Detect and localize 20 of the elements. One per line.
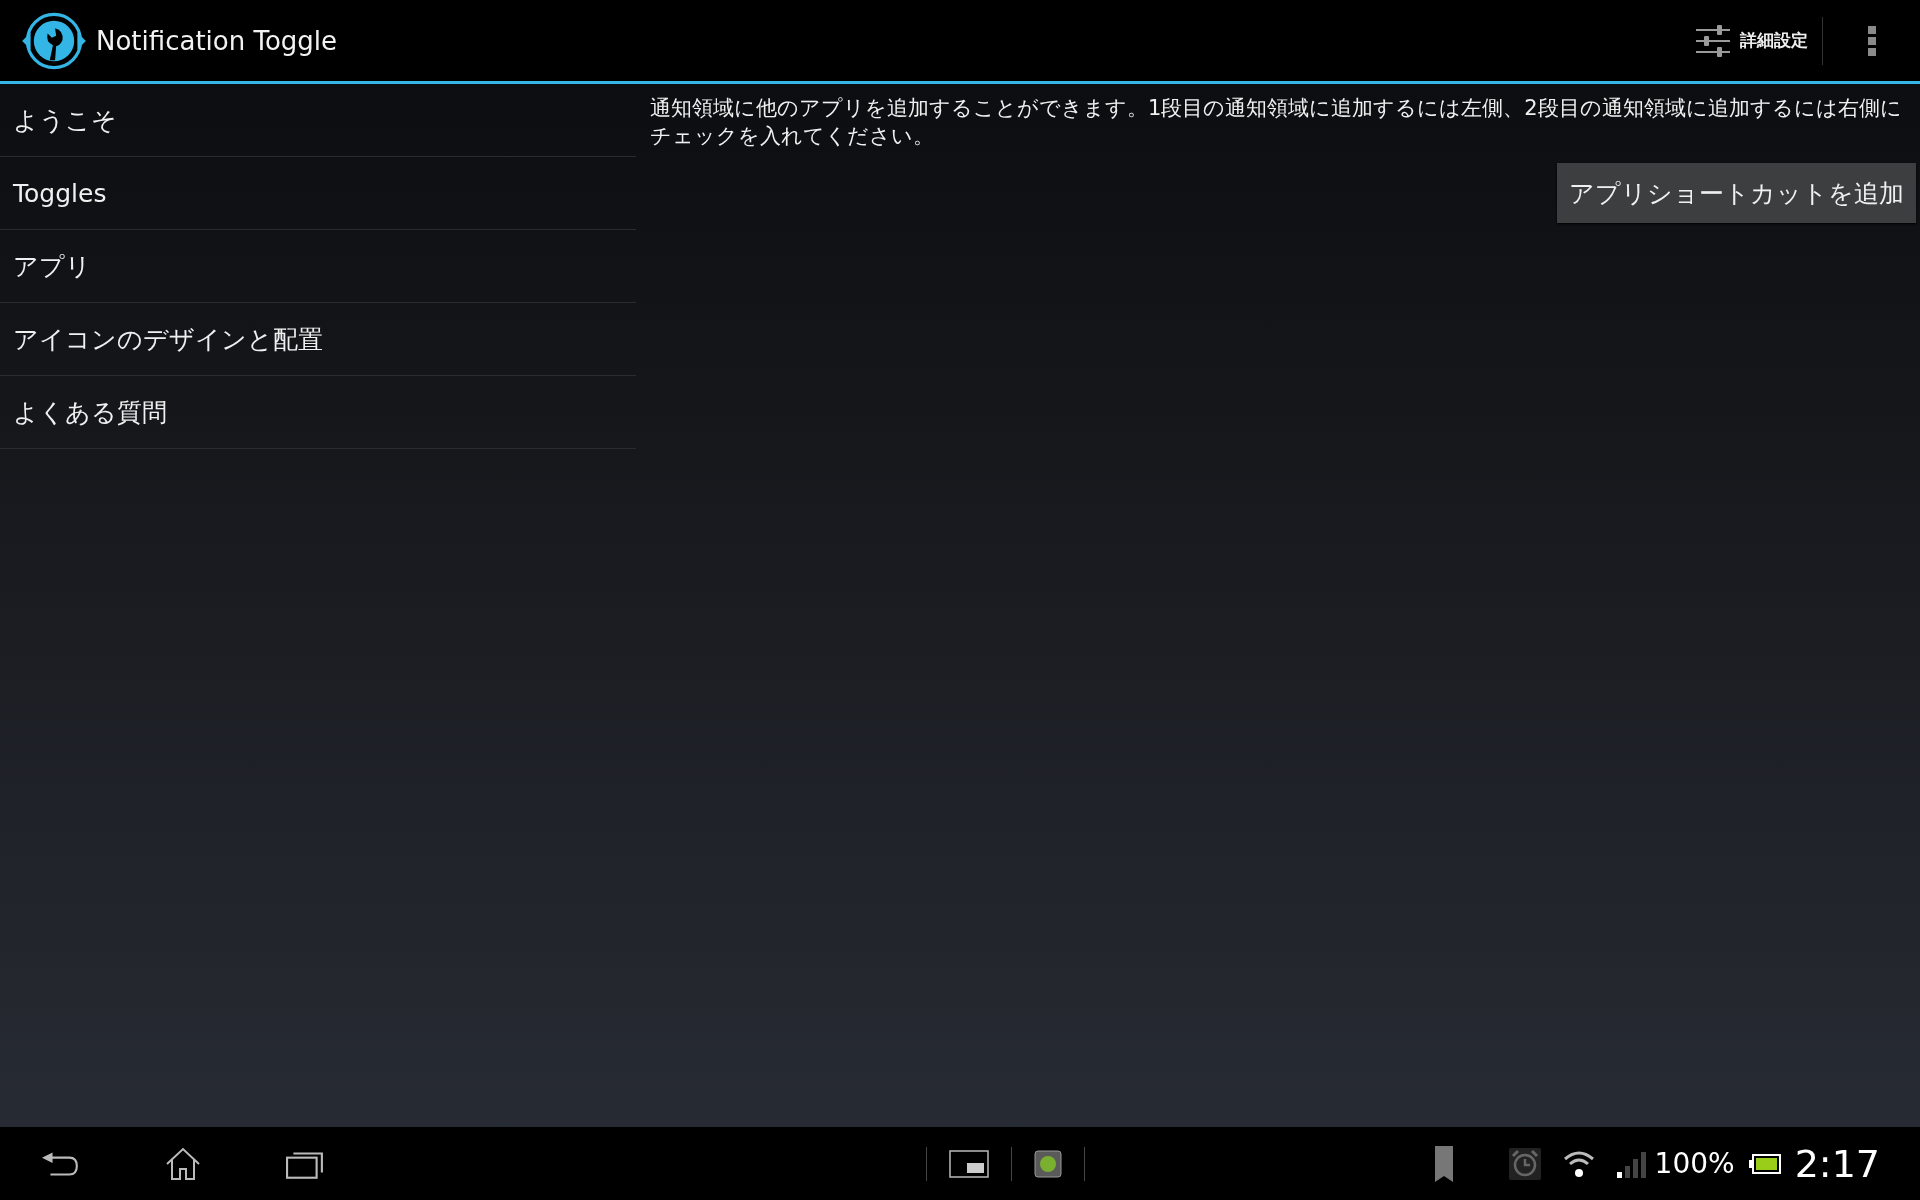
signal-icon: [1616, 1149, 1647, 1178]
sidebar-item[interactable]: Toggles: [0, 157, 636, 230]
add-shortcut-button[interactable]: アプリショートカットを追加: [1557, 163, 1916, 223]
wifi-icon: [1562, 1149, 1595, 1178]
sidebar-item[interactable]: よくある質問: [0, 376, 636, 449]
description-text: 通知領域に他のアプリを追加することができます。1段目の通知領域に追加するには左側、2段目の通知領域に追加するには右側にチェックを入れてください。: [650, 95, 1903, 150]
home-icon[interactable]: [164, 1146, 202, 1181]
clock-time: 2:17: [1794, 1141, 1880, 1186]
sidebar-item[interactable]: アイコンのデザインと配置: [0, 303, 636, 376]
alarm-clock-icon: [1508, 1147, 1541, 1180]
battery-percentage: 100%: [1654, 1147, 1735, 1180]
app-title: Notification Toggle: [96, 25, 338, 56]
settings-button[interactable]: 詳細設定: [1682, 0, 1822, 81]
sliders-icon: [1696, 23, 1730, 58]
sidebar-item[interactable]: ようこそ: [0, 84, 636, 157]
battery-icon: [1748, 1153, 1781, 1174]
overflow-menu-icon[interactable]: [1868, 25, 1876, 56]
sidebar-item[interactable]: アプリ: [0, 230, 636, 303]
mini-window-icon[interactable]: [949, 1149, 989, 1178]
bookmark-icon: [1434, 1145, 1453, 1182]
